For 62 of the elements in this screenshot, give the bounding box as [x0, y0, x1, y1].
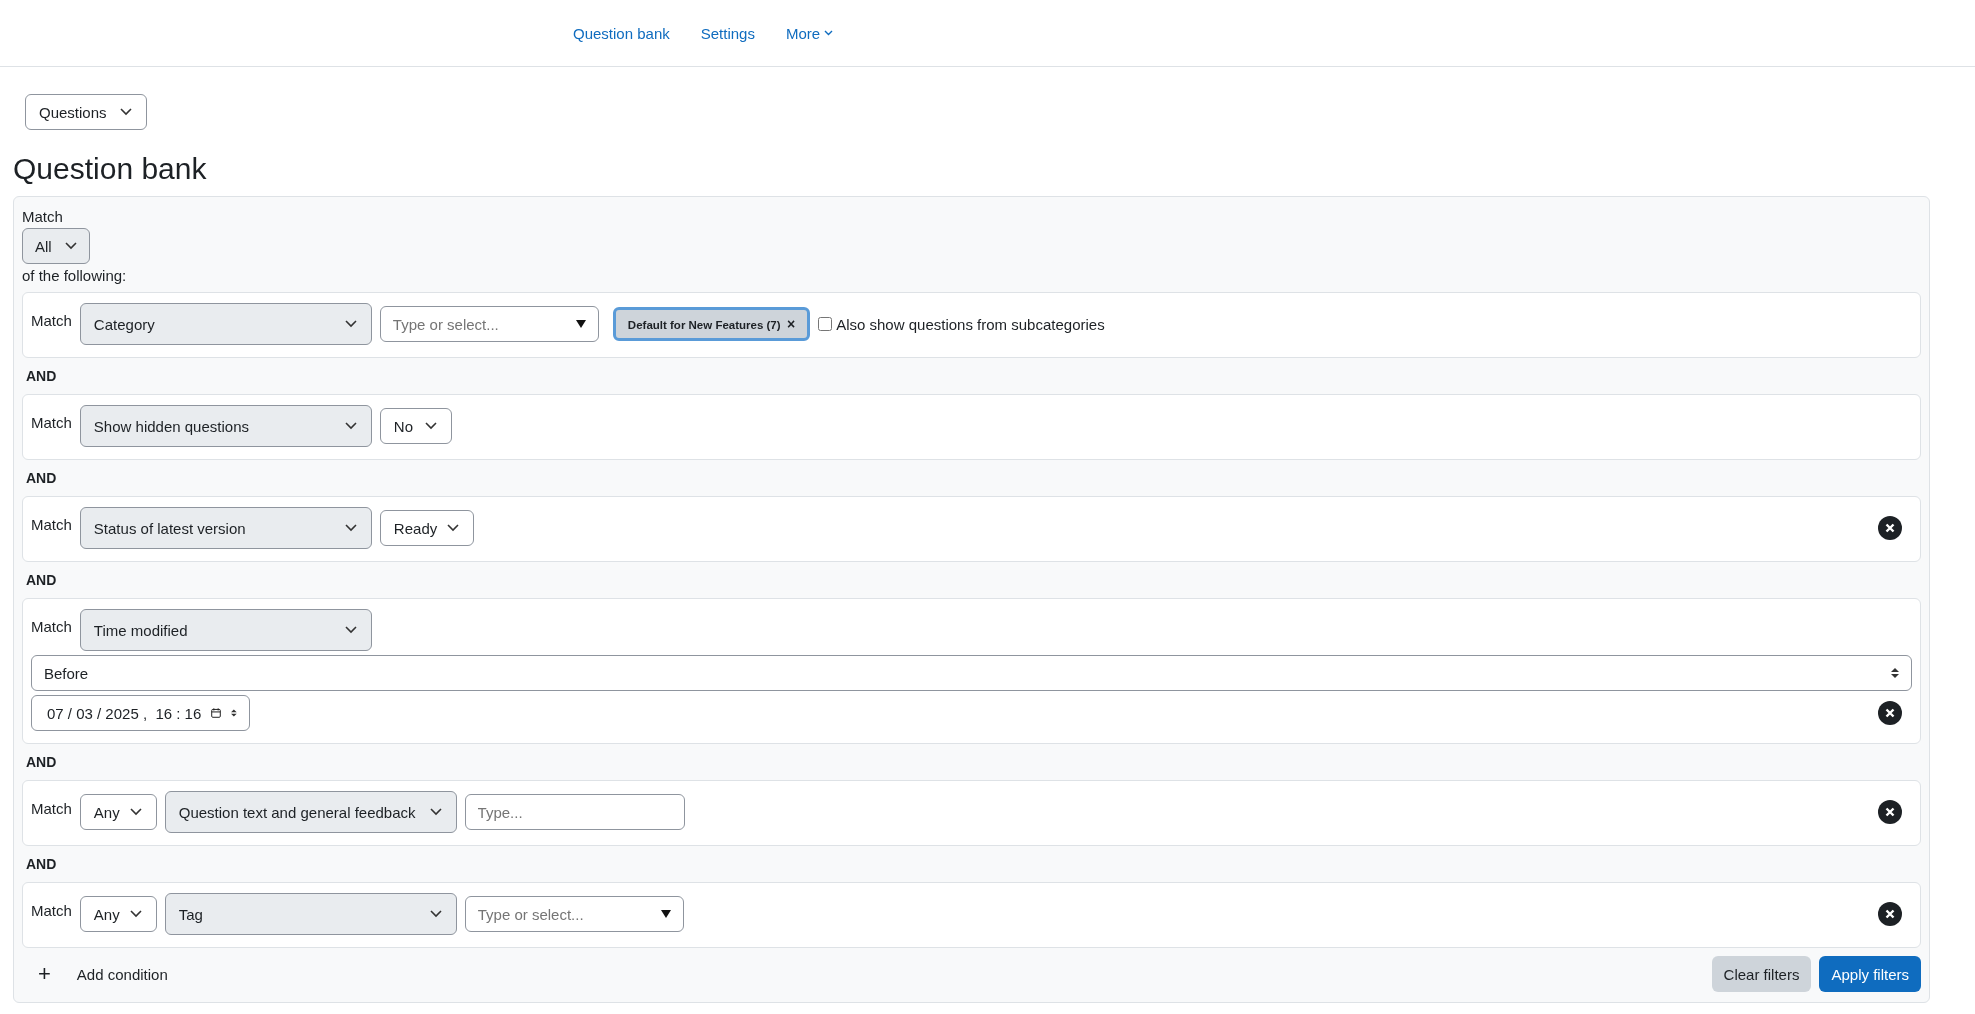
chevron-down-icon [120, 108, 132, 116]
nav-link[interactable]: Question bank [573, 24, 670, 42]
chevron-down-icon [824, 30, 834, 36]
add-condition-button[interactable]: + Add condition [22, 961, 168, 987]
remove-icon[interactable] [1878, 902, 1902, 926]
chevron-down-icon [344, 626, 357, 634]
and-separator: AND [25, 367, 58, 386]
match-label: Match [31, 312, 72, 329]
sort-icon [1891, 667, 1899, 679]
field-select[interactable]: Status of latest version [79, 507, 372, 549]
datetime-field[interactable]: 07 / 03 / 2025 , 16 : 16 [31, 695, 250, 731]
match-label: Match [31, 618, 72, 635]
match-label: Match [31, 800, 72, 817]
dropdown-triangle-icon [659, 909, 672, 919]
nav-link[interactable]: More [785, 24, 834, 42]
sort-icon [231, 707, 237, 719]
join-select[interactable]: All [22, 228, 90, 264]
value-select[interactable]: Any [79, 896, 157, 932]
remove-icon[interactable] [1878, 800, 1902, 824]
chevron-down-icon [344, 524, 357, 532]
field-select[interactable]: Tag [164, 893, 457, 935]
nav-link[interactable]: Settings [700, 24, 755, 42]
chevron-down-icon [429, 808, 442, 816]
calendar-icon [211, 706, 222, 720]
clear-filters-button[interactable]: Clear filters [1711, 956, 1812, 992]
and-separator: AND [25, 469, 58, 488]
text-input[interactable]: Type... [464, 794, 685, 830]
checkbox-label: Also show questions from subcategories [836, 315, 1105, 333]
autocomplete-field[interactable]: Type or select... [464, 896, 684, 932]
and-separator: AND [25, 571, 58, 590]
and-separator: AND [25, 753, 58, 772]
match-label: Match [31, 516, 72, 533]
apply-filters-button[interactable]: Apply filters [1819, 956, 1921, 992]
page-heading: Question bank [13, 152, 208, 186]
remove-icon[interactable] [1878, 516, 1902, 540]
field-select[interactable]: Category [79, 303, 372, 345]
and-separator: AND [25, 855, 58, 874]
value-select[interactable]: No [379, 408, 452, 444]
autocomplete-field[interactable]: Type or select... [379, 306, 599, 342]
chevron-down-icon [424, 422, 437, 430]
dropdown-triangle-icon [574, 319, 587, 329]
field-select[interactable]: Question text and general feedback [164, 791, 457, 833]
value-select[interactable]: Ready [379, 510, 475, 546]
field-select[interactable]: Show hidden questions [79, 405, 372, 447]
match-label: Match [31, 414, 72, 431]
chevron-down-icon [129, 910, 142, 918]
category-chip[interactable]: Default for New Features (7) × [612, 307, 811, 341]
remove-icon[interactable] [1878, 701, 1902, 725]
chevron-down-icon [344, 422, 357, 430]
field-select[interactable]: Time modified [79, 609, 372, 651]
page-select[interactable]: Questions [25, 94, 147, 130]
match-label: Match [22, 208, 64, 225]
chevron-down-icon [429, 910, 442, 918]
chevron-down-icon [129, 808, 142, 816]
match-suffix: of the following: [22, 267, 128, 284]
chevron-down-icon [344, 320, 357, 328]
chevron-down-icon [447, 524, 460, 532]
operator-select[interactable]: Before [31, 655, 1912, 691]
checkbox[interactable] [818, 317, 833, 331]
chevron-down-icon [65, 242, 77, 250]
match-label: Match [31, 902, 72, 919]
value-select[interactable]: Any [79, 794, 157, 830]
